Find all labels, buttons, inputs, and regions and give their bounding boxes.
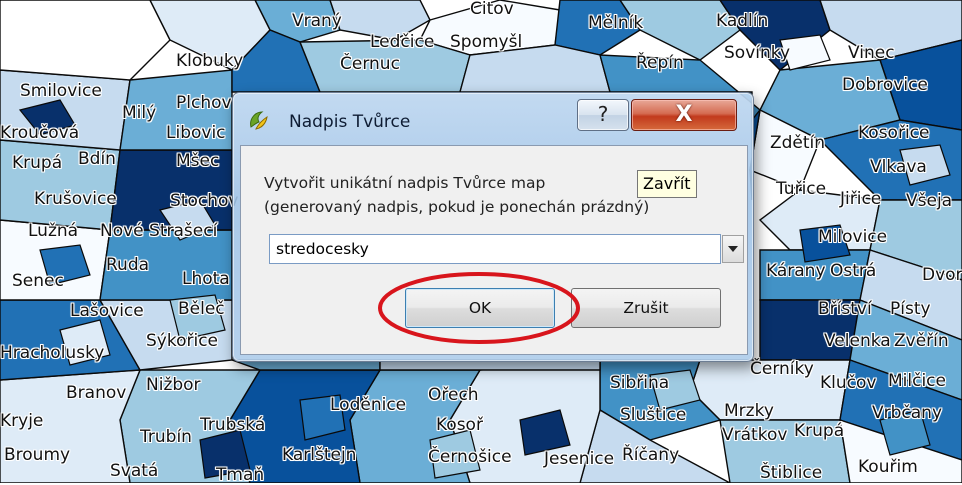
map-label: Ruda [106,255,150,275]
map-label: Sibřina [610,373,670,393]
close-tooltip: Zavřít [637,170,697,198]
map-label: Mrzky [724,401,774,421]
map-label: Hracholusky [0,343,105,363]
chevron-down-icon [728,246,738,252]
map-label: Řepín [636,53,684,73]
map-label: Kadlín [716,11,769,31]
map-label: Klučov [820,373,877,393]
map-label: Kouřim [858,457,918,477]
map-label: Jesenice [544,449,615,469]
map-label: Vinec [848,43,895,63]
map-label: Krupá [12,153,63,173]
description-line-1: Vytvořit unikátní nadpis Tvůrce map [264,174,546,192]
map-label: Černuc [340,54,400,74]
map-label: Všeja [906,191,953,211]
dialog-body: Vytvořit unikátní nadpis Tvůrce map (gen… [240,145,748,355]
close-button[interactable]: X [631,99,737,131]
map-label: Černošice [428,447,512,467]
map-label: Sýkořice [146,331,219,351]
map-label: Libovic [166,123,226,143]
map-label: Bdín [78,149,116,169]
cancel-button[interactable]: Zrušit [571,288,721,328]
map-label: Stochov [170,191,239,211]
map-label: Sovínky [724,43,791,63]
map-label: Kryje [0,411,44,431]
map-label: Kroučová [0,123,80,143]
map-label: Tuřice [776,179,827,199]
map-label: Mělník [588,13,644,33]
dropdown-button[interactable] [722,235,744,263]
map-label: Krušovice [34,189,117,209]
map-label: Černíky [750,359,814,379]
map-label: Dobrovice [842,75,928,95]
map-label: Jiřice [840,189,882,209]
map-label: Svatá [110,461,159,481]
map-label: Ledčice [370,32,435,52]
dialog-title: Nadpis Tvůrce [289,112,411,132]
map-label: Karlštejn [282,445,357,465]
map-label: Mšec [176,151,220,171]
map-label: Trubská [200,415,266,435]
map-label: Běleč [178,299,225,319]
help-button[interactable]: ? [577,99,629,131]
map-label: Senec [12,271,64,291]
map-label: Milý [122,103,157,123]
title-combobox[interactable]: stredocesky [269,234,744,264]
map-label: Říčany [622,445,680,465]
map-label: Nové Strašecí [100,221,218,241]
map-label: Nižbor [146,375,201,395]
map-label: Vraný [292,11,342,31]
help-icon: ? [597,102,609,126]
ok-highlight-circle [378,272,580,344]
map-label: Vlkava [870,157,927,177]
map-label: Vrátkov [722,425,788,445]
map-label: Písty [890,299,931,319]
qgis-icon [250,111,268,130]
description-line-2: (generovaný nadpis, pokud je ponechán pr… [264,198,650,216]
map-label: Kosořice [858,123,930,143]
map-label: Dvor [922,265,962,285]
map-label: Milčice [888,371,946,391]
map-label: Tmaň [216,465,265,485]
map-label: Štiblice [760,463,823,483]
map-label: Citov [470,0,514,19]
map-label: Ostrá [830,261,877,281]
map-label: Klobuky [176,51,244,71]
map-label: Ořech [428,385,479,405]
map-label: Zvěřín [894,331,949,351]
map-label: Velenka [824,331,891,351]
map-label: Smilovice [20,81,102,101]
nadpis-tvurce-dialog: Nadpis Tvůrce ? X Vytvořit unikátní nadp… [232,92,754,362]
map-label: Milovice [818,227,888,247]
map-label: Trubín [140,427,192,447]
close-icon: X [675,102,693,127]
map-label: Lhota [182,269,230,289]
map-label: Vrbčany [872,403,943,423]
map-label: Kárany [766,261,826,281]
map-label: Spomyšl [450,32,523,52]
map-label: Loděnice [330,395,407,415]
dialog-titlebar[interactable]: Nadpis Tvůrce ? X [233,93,753,145]
map-label: Bříství [818,299,872,319]
map-label: Krupá [794,421,845,441]
map-label: Lašovice [70,301,144,321]
map-label: Kosoř [436,415,483,435]
title-input-value[interactable]: stredocesky [276,240,369,258]
map-label: Plchov [176,93,232,113]
map-label: Lužná [28,221,79,241]
map-label: Zdětín [770,133,826,153]
map-label: Sluštice [620,405,687,425]
map-label: Branov [66,383,127,403]
map-label: Broumy [4,445,71,465]
